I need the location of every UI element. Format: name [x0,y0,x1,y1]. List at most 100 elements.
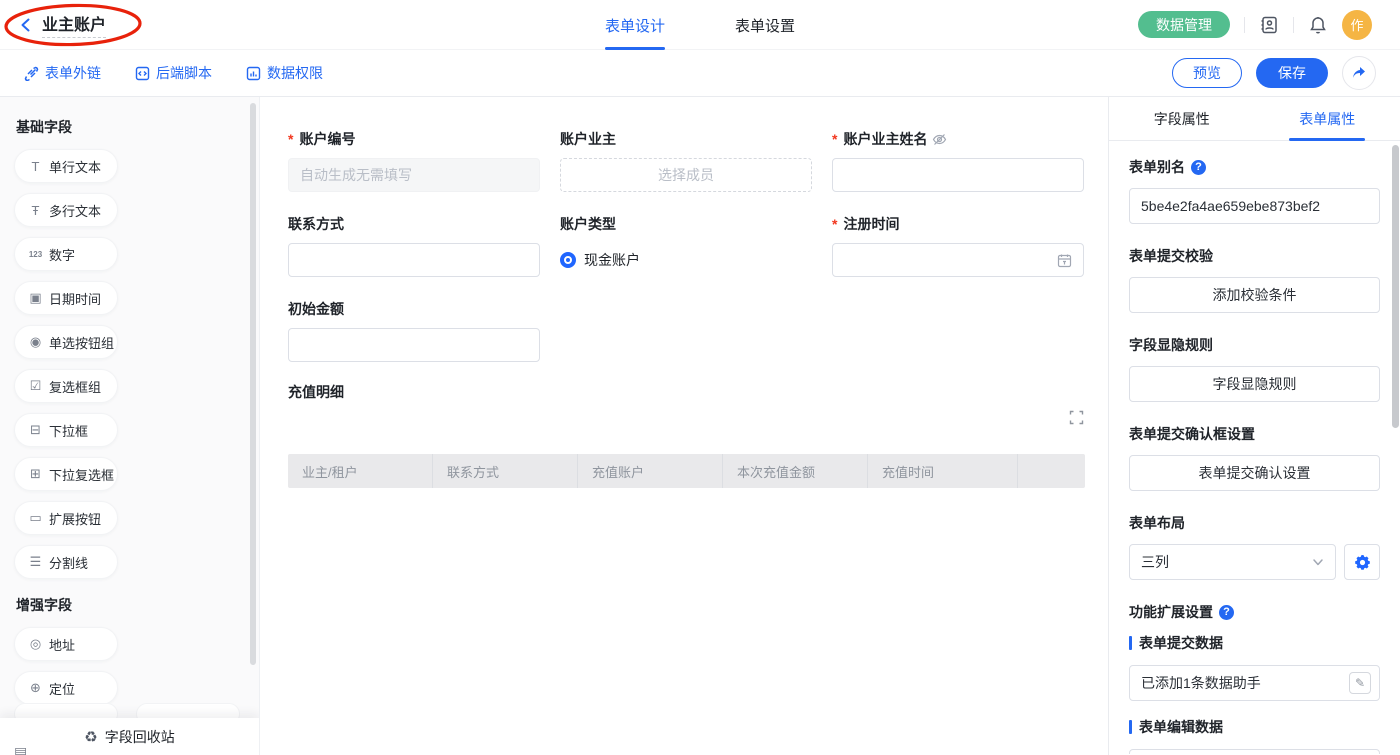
script-icon [135,66,150,81]
form-layout-select[interactable]: 三列 [1129,544,1336,580]
tab-form-settings[interactable]: 表单设置 [735,0,795,50]
basic-fields-grid: T单行文本 Ŧ多行文本 123数字 ▣日期时间 ◉单选按钮组 ☑复选框组 ⊟下拉… [14,149,239,579]
permission-icon [246,66,261,81]
toolbar-actions: 预览 保存 [1172,56,1376,90]
field-recycle-bin-button[interactable]: ♻ 字段回收站 ▤ [0,718,259,755]
extension-settings-title: 功能扩展设置 [1129,602,1213,622]
panel-body: 表单别名 ? 5be4e2fa4ae659ebe873bef2 表单提交校验 添… [1109,141,1400,754]
field-register-time[interactable]: *注册时间 [832,214,1084,277]
field-pill-multiline-text[interactable]: Ŧ多行文本 [14,193,118,227]
panel-scrollbar[interactable] [1392,145,1399,428]
field-pill-location[interactable]: ⊕定位 [14,671,118,705]
cash-account-radio[interactable] [560,252,576,268]
top-header: 业主账户 表单设计 表单设置 数据管理 作 [0,0,1400,50]
help-icon[interactable]: ? [1191,160,1206,175]
field-pill-datetime[interactable]: ▣日期时间 [14,281,118,315]
recycle-icon: ♻ [84,728,97,746]
confirm-box-button[interactable]: 表单提交确认设置 [1129,455,1380,491]
form-canvas[interactable]: *账户编号 自动生成无需填写 账户业主 选择成员 * 账户业主姓名 [260,97,1108,755]
field-account-owner[interactable]: 账户业主 选择成员 [560,129,812,192]
subtable-col-contact: 联系方式 [433,454,578,488]
clipped-icon: ▤ [14,744,27,755]
field-owner-name[interactable]: * 账户业主姓名 [832,129,1084,192]
register-time-input[interactable] [832,243,1084,277]
backend-script-button[interactable]: 后端脚本 [135,63,212,83]
field-pill-divider[interactable]: ☰分割线 [14,545,118,579]
share-button[interactable] [1342,56,1376,90]
submit-data-field[interactable]: 已添加1条数据助手 ✎ [1129,665,1380,701]
field-pill-extend-button[interactable]: ▭扩展按钮 [14,501,118,535]
data-permission-button[interactable]: 数据权限 [246,63,323,83]
visibility-rule-button[interactable]: 字段显隐规则 [1129,366,1380,402]
help-icon[interactable]: ? [1219,605,1234,620]
field-label: 账户业主 [560,129,616,149]
form-toolbar: 表单外链 后端脚本 数据权限 预览 保存 [0,50,1400,97]
field-pill-single-line-text[interactable]: T单行文本 [14,149,118,183]
sidebar-scrollbar[interactable] [250,103,256,665]
account-number-input[interactable]: 自动生成无需填写 [288,158,540,192]
checkbox-group-icon: ☑ [28,378,43,394]
extend-button-icon: ▭ [28,510,43,526]
data-manage-button[interactable]: 数据管理 [1138,11,1230,38]
divider [1293,17,1294,33]
multiline-text-icon: Ŧ [28,203,43,218]
subtable-col-owner: 业主/租户 [288,454,433,488]
contact-input[interactable] [288,243,540,277]
tab-form-design[interactable]: 表单设计 [605,0,665,50]
header-actions: 数据管理 作 [1138,10,1400,40]
link-icon [24,66,39,81]
field-pill-checkbox-group[interactable]: ☑复选框组 [14,369,118,403]
layout-settings-button[interactable] [1344,544,1380,580]
tab-field-properties[interactable]: 字段属性 [1109,97,1255,140]
form-alias-input[interactable]: 5be4e2fa4ae659ebe873bef2 [1129,188,1380,224]
properties-panel: 字段属性 表单属性 表单别名 ? 5be4e2fa4ae659ebe873bef… [1108,97,1400,755]
initial-amount-input[interactable] [288,328,540,362]
expand-fullscreen-icon[interactable] [1069,410,1084,425]
field-pill-multi-select[interactable]: ⊞下拉复选框 [14,457,118,491]
field-label: 充值明细 [288,382,344,402]
form-alias-label: 表单别名 [1129,157,1185,177]
field-pill-number[interactable]: 123数字 [14,237,118,271]
fields-sidebar: 基础字段 T单行文本 Ŧ多行文本 123数字 ▣日期时间 ◉单选按钮组 ☑复选框… [0,97,260,755]
add-validation-button[interactable]: 添加校验条件 [1129,277,1380,313]
edit-data-label: 表单编辑数据 [1139,717,1223,737]
field-account-number[interactable]: *账户编号 自动生成无需填写 [288,129,540,192]
field-contact[interactable]: 联系方式 [288,214,540,277]
field-recharge-detail-subtable[interactable]: 充值明细 业主/租户 联系方式 充值账户 本次充值金额 充值时间 [288,382,1084,488]
notification-bell-icon[interactable] [1308,15,1328,35]
form-external-link-button[interactable]: 表单外链 [24,63,101,83]
divider-line-icon: ☰ [28,554,43,570]
field-label: 账户类型 [560,214,616,234]
location-icon: ⊕ [28,680,43,696]
section-marker [1129,636,1132,650]
contact-book-icon[interactable] [1259,15,1279,35]
add-operation-button[interactable]: 添加操作 [1129,749,1380,754]
chevron-down-icon [1312,556,1324,568]
preview-button[interactable]: 预览 [1172,58,1242,88]
datetime-icon: ▣ [28,290,43,306]
owner-name-input[interactable] [832,158,1084,192]
field-pill-address[interactable]: ◎地址 [14,627,118,661]
subtable-col-actions [1018,454,1085,488]
form-designer-app: 业主账户 表单设计 表单设置 数据管理 作 表单外链 [0,0,1400,755]
field-account-type[interactable]: 账户类型 现金账户 [560,214,812,277]
tab-form-properties[interactable]: 表单属性 [1255,97,1400,140]
address-icon: ◎ [28,636,43,652]
section-title-enhanced-fields: 增强字段 [16,595,239,615]
save-button[interactable]: 保存 [1256,58,1328,88]
field-label: 账户业主姓名 [843,129,927,149]
field-label: 注册时间 [843,214,899,234]
panel-tabs: 字段属性 表单属性 [1109,97,1400,141]
radio-group-icon: ◉ [28,334,43,350]
section-marker [1129,720,1132,734]
confirm-box-label: 表单提交确认框设置 [1129,424,1255,444]
edit-pencil-icon[interactable]: ✎ [1349,672,1371,694]
field-initial-amount[interactable]: 初始金额 [288,299,540,362]
field-pill-select[interactable]: ⊟下拉框 [14,413,118,447]
field-pill-radio-group[interactable]: ◉单选按钮组 [14,325,118,359]
toolbar-links: 表单外链 后端脚本 数据权限 [24,63,323,83]
section-title-basic-fields: 基础字段 [16,117,239,137]
user-avatar[interactable]: 作 [1342,10,1372,40]
account-owner-picker[interactable]: 选择成员 [560,158,812,192]
calendar-icon [1057,253,1072,268]
